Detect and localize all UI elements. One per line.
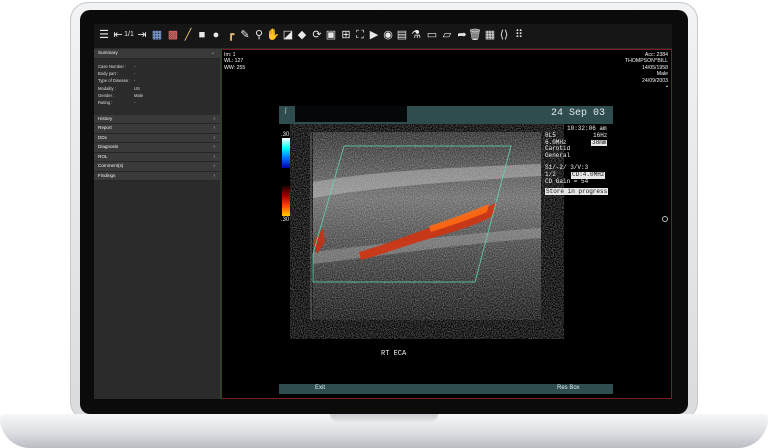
- toolbar: ☰ ⇤ 1/1 ⇥ ▦ ▩ ╱ ■ ● ┏ ✎ ⚲ ✋ ◪ ◆ ⟳ ▣ ⊞ ⛶ …: [94, 24, 672, 49]
- ultrasound-header-bar: ∫ 24 Sep 03: [279, 106, 613, 124]
- exit-button[interactable]: Exit: [315, 385, 325, 391]
- step-forward-icon[interactable]: ⇥: [134, 27, 150, 43]
- header-blackout: [295, 106, 407, 122]
- velocity-scale-positive: [282, 138, 290, 168]
- eraser-icon[interactable]: ◆: [294, 27, 310, 43]
- probe-marker-icon: ∫: [285, 108, 287, 114]
- section-history[interactable]: History ›: [94, 114, 220, 125]
- field-gender: Gender : Male: [98, 93, 144, 99]
- chevron-right-icon: ›: [213, 172, 215, 179]
- apps-icon[interactable]: ⠿: [511, 27, 527, 43]
- section-rol[interactable]: ROL ›: [94, 152, 220, 163]
- section-findings[interactable]: Findings ›: [94, 171, 220, 182]
- scroll-handle[interactable]: [662, 216, 668, 222]
- cross-layout-icon[interactable]: ▩: [165, 27, 181, 43]
- store-status: Store in progress: [545, 188, 609, 196]
- summary-label: Summary: [98, 50, 118, 55]
- comment-icon[interactable]: ▱: [439, 27, 455, 43]
- section-ddx[interactable]: DDx ›: [94, 133, 220, 144]
- app-screen: ☰ ⇤ 1/1 ⇥ ▦ ▩ ╱ ■ ● ┏ ✎ ⚲ ✋ ◪ ◆ ⟳ ▣ ⊞ ⛶ …: [94, 24, 672, 399]
- chevron-right-icon: ›: [213, 125, 215, 132]
- field-type-of-disease: Type of Disease :-: [98, 78, 136, 84]
- field-body-part: Body part :-: [98, 70, 136, 76]
- velocity-scale-negative: [282, 186, 290, 216]
- share-icon[interactable]: ⟨⟩: [496, 27, 512, 43]
- section-comments[interactable]: Comment(s) ›: [94, 162, 220, 172]
- ultrasound-image: ∫ 24 Sep 03 .30 .30 10:32:06 am 8L5 16Hz…: [279, 106, 613, 396]
- chevron-right-icon: ›: [213, 115, 215, 122]
- trash-icon[interactable]: 🗑: [467, 27, 483, 43]
- exam-date: 24 Sep 03: [550, 108, 605, 119]
- section-report[interactable]: Report ›: [94, 124, 220, 134]
- grid-layout-icon[interactable]: ▦: [149, 27, 165, 43]
- field-rating: Rating :-: [98, 100, 136, 106]
- section-diagnosis[interactable]: Diagnosis ›: [94, 143, 220, 153]
- field-modality: Modality : US: [98, 85, 140, 91]
- microscope-icon[interactable]: ⚗: [408, 27, 424, 43]
- scale-bottom-label: .30: [281, 217, 290, 223]
- overlay-top-left: Im: 1 WL: 127 WW: 255: [224, 52, 246, 71]
- laptop-notch: [330, 414, 438, 422]
- view-label: RT ECA: [381, 350, 407, 358]
- field-case-number: Case Number :-: [98, 63, 136, 69]
- circle-icon[interactable]: ●: [208, 27, 224, 43]
- chevron-right-icon: ›: [213, 153, 215, 160]
- res-box-button[interactable]: Res Box: [557, 385, 580, 391]
- ultrasound-footer-bar: Exit Res Box: [279, 384, 613, 394]
- hand-icon[interactable]: ✋: [265, 27, 281, 43]
- chevron-right-icon: ›: [213, 144, 215, 151]
- scale-top-label: .30: [281, 132, 290, 138]
- overlay-top-right: Acc: 2384 THOMPSON^BILL 14/05/1958 Male …: [624, 52, 668, 91]
- chevron-right-icon: ›: [213, 134, 215, 141]
- image-icon[interactable]: ▣: [323, 27, 339, 43]
- chevron-right-icon: ›: [213, 163, 215, 170]
- acquisition-parameters: 10:32:06 am 8L5 16Hz 6.0MHz 38mm Carotid G…: [545, 125, 609, 196]
- sidebar: Summary ⌄ Case Number :- Body part :- Ty…: [94, 49, 221, 399]
- summary-section-header[interactable]: Summary ⌄: [94, 49, 220, 59]
- folder-icon[interactable]: ▭: [424, 27, 440, 43]
- chevron-down-icon: ⌄: [210, 50, 215, 56]
